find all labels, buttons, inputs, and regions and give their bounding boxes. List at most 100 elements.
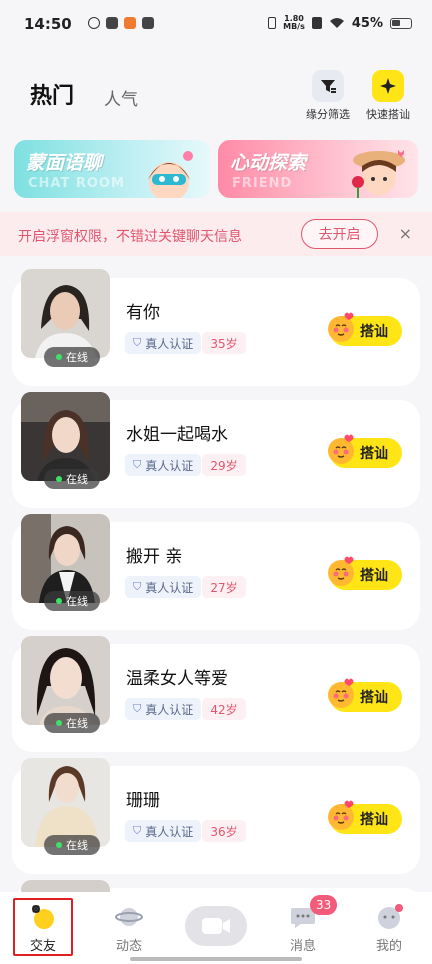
verified-label: 真人认证 [145,702,194,717]
shield-check-icon: ⛉ [133,458,142,471]
verified-label: 真人认证 [145,580,194,595]
online-status: 在线 [44,835,100,855]
banner-subtitle: FRIEND [232,176,293,191]
online-status: 在线 [44,347,100,367]
nav-label: 消息 [289,939,316,954]
friends-icon [32,905,54,929]
avatar[interactable] [21,514,110,603]
online-status: 在线 [44,713,100,733]
video-camera-icon [202,918,230,934]
age-badge: 36岁 [202,820,246,842]
shield-check-icon: ⛉ [133,824,142,837]
greet-button[interactable]: 搭讪 [328,312,402,346]
blushing-face-icon [328,678,354,708]
app-notification-icon [88,17,100,29]
header-tools: 缘分筛选 快速搭讪 [304,70,412,122]
shield-check-icon: ⛉ [133,580,142,593]
user-card[interactable]: 在线 水姐一起喝水 ⛉ 真人认证 29岁 搭讪 [12,392,420,508]
quick-chat-button[interactable]: 快速搭讪 [364,70,412,122]
avatar[interactable] [21,392,110,481]
user-name: 温柔女人等爱 [126,669,228,689]
online-dot-icon [56,842,62,848]
heartbeat-banner[interactable]: FRIEND 心动探索 [218,140,418,198]
wifi-icon [329,18,344,28]
profile-face-icon [378,904,403,929]
close-icon[interactable]: × [399,224,412,243]
filter-label: 缘分筛选 [306,108,350,121]
greet-button[interactable]: 搭讪 [328,800,402,834]
greet-button[interactable]: 搭讪 [328,434,402,468]
status-bar: 14:50 1.80 MB/s 45% [0,0,432,52]
verified-badge: ⛉ 真人认证 [125,820,202,842]
filter-icon [312,70,344,102]
battery-icon [390,17,412,29]
age-badge: 27岁 [202,576,246,598]
video-call-button[interactable] [185,906,247,946]
masked-chat-banner[interactable]: CHAT ROOM 蒙面语聊 [14,140,210,198]
verified-label: 真人认证 [145,824,194,839]
nav-profile[interactable]: 我的 [361,904,417,954]
banner-subtitle: CHAT ROOM [28,176,125,191]
avatar[interactable] [21,269,110,358]
status-time: 14:50 [24,15,72,33]
blushing-face-icon [328,434,354,464]
avatar-photo [21,392,110,481]
verified-badge: ⛉ 真人认证 [125,454,202,476]
online-dot-icon [56,354,62,360]
status-right: 1.80 MB/s 45% [268,15,412,31]
avatar-photo [21,636,110,725]
greet-button[interactable]: 搭讪 [328,556,402,590]
avatar[interactable] [21,758,110,847]
user-card[interactable]: 在线 珊珊 ⛉ 真人认证 36岁 搭讪 [12,758,420,874]
age-badge: 35岁 [202,332,246,354]
online-dot-icon [56,598,62,604]
online-dot-icon [56,476,62,482]
greet-label: 搭讪 [360,690,388,706]
nav-friends[interactable]: 交友 [15,904,71,954]
online-status: 在线 [44,591,100,611]
online-label: 在线 [66,473,88,486]
online-label: 在线 [66,717,88,730]
notice-text: 开启浮窗权限，不错过关键聊天信息 [18,229,242,245]
shop-notification-icon [124,17,136,29]
verified-label: 真人认证 [145,336,194,351]
greet-label: 搭讪 [360,812,388,828]
play-notification-icon [142,17,154,29]
avatar[interactable] [21,636,110,725]
bottom-navigation: 交友 动态 消息 33 我的 [0,892,432,964]
online-status: 在线 [44,469,100,489]
online-label: 在线 [66,839,88,852]
category-tabs: 热门 人气 [30,78,138,110]
verified-badge: ⛉ 真人认证 [125,576,202,598]
nav-label: 动态 [115,939,142,954]
filter-button[interactable]: 缘分筛选 [304,70,352,122]
status-notification-icons [88,17,154,29]
age-badge: 42岁 [202,698,246,720]
shield-check-icon: ⛉ [133,702,142,715]
quick-chat-label: 快速搭讪 [366,108,410,121]
user-card[interactable]: 在线 温柔女人等爱 ⛉ 真人认证 42岁 搭讪 [12,636,420,752]
online-label: 在线 [66,351,88,364]
banner-title: 蒙面语聊 [26,152,103,174]
user-card[interactable]: 在线 搬开 亲 ⛉ 真人认证 27岁 搭讪 [12,514,420,630]
user-card[interactable]: 在线 有你 ⛉ 真人认证 35岁 搭讪 [12,269,420,386]
enable-permission-button[interactable]: 去开启 [301,219,378,249]
verified-badge: ⛉ 真人认证 [125,698,202,720]
nav-label: 交友 [29,939,56,954]
greet-button[interactable]: 搭讪 [328,678,402,712]
mail-notification-icon [106,17,118,29]
user-name: 珊珊 [126,791,160,811]
verified-label: 真人认证 [145,458,194,473]
nav-moments[interactable]: 动态 [101,904,157,954]
blushing-face-icon [328,800,354,830]
tab-popular[interactable]: 人气 [104,85,138,110]
tab-hot[interactable]: 热门 [30,78,74,110]
float-permission-notice: 开启浮窗权限，不错过关键聊天信息 去开启 × [0,212,432,256]
message-count-badge: 33 [310,895,338,915]
battery-percent: 45% [351,15,383,31]
user-name: 水姐一起喝水 [126,425,228,445]
nav-label: 我的 [375,939,402,954]
age-badge: 29岁 [202,454,246,476]
home-indicator[interactable] [130,957,302,961]
blushing-face-icon [328,312,354,342]
